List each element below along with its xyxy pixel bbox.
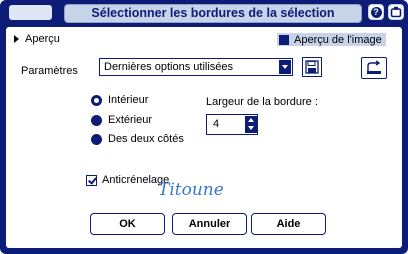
window-menu-button[interactable]	[9, 5, 52, 20]
close-glyph	[390, 6, 402, 18]
image-preview-label: Aperçu de l'image	[294, 33, 382, 46]
radio-deux-cotes[interactable]: Des deux côtés	[91, 133, 184, 145]
help-button[interactable]: Aide	[251, 213, 326, 235]
radio-icon	[91, 114, 102, 126]
checkbox-icon	[279, 34, 289, 45]
preset-value: Dernières options utilisées	[104, 61, 234, 73]
border-width-value[interactable]: 4	[213, 118, 219, 130]
preview-label: Aperçu	[25, 33, 60, 45]
radio-interieur-label: Intérieur	[108, 94, 149, 106]
border-width-label: Largeur de la bordure :	[206, 96, 318, 108]
dialog-body: Aperçu Aperçu de l'image Paramètres Dern…	[6, 27, 402, 248]
chevron-down-icon[interactable]	[279, 60, 291, 74]
radio-exterieur[interactable]: Extérieur	[91, 114, 152, 126]
help-icon[interactable]: ?	[368, 4, 384, 20]
ok-button[interactable]: OK	[90, 213, 165, 235]
expand-triangle-icon	[14, 35, 19, 44]
radio-selected-icon	[91, 94, 102, 106]
border-width-stepper[interactable]: 4	[206, 114, 258, 135]
save-preset-button[interactable]	[302, 57, 322, 77]
stepper-arrows-icon[interactable]	[245, 116, 257, 133]
title-bar[interactable]: Sélectionner les bordures de la sélectio…	[0, 0, 408, 26]
parameters-label: Paramètres	[21, 65, 78, 77]
checkbox-checked-icon	[86, 174, 97, 186]
radio-exterieur-label: Extérieur	[108, 114, 153, 126]
signature-watermark: Titoune	[158, 180, 224, 200]
preview-toggle[interactable]: Aperçu	[14, 33, 60, 45]
reset-button[interactable]	[361, 57, 387, 79]
radio-deux-cotes-label: Des deux côtés	[108, 133, 184, 145]
cancel-button[interactable]: Annuler	[172, 213, 247, 235]
dialog-window: Sélectionner les bordures de la sélectio…	[0, 0, 408, 254]
preset-combobox[interactable]: Dernières options utilisées	[99, 58, 293, 76]
reset-icon	[367, 60, 381, 74]
floppy-disk-icon	[305, 60, 319, 74]
help-glyph: ?	[370, 6, 382, 18]
close-icon[interactable]	[388, 4, 404, 20]
radio-icon	[91, 133, 102, 145]
antialias-checkbox[interactable]: Anticrénelage	[86, 174, 169, 186]
image-preview-checkbox[interactable]: Aperçu de l'image	[277, 33, 386, 46]
window-title: Sélectionner les bordures de la sélectio…	[64, 4, 362, 23]
radio-interieur[interactable]: Intérieur	[91, 94, 148, 106]
